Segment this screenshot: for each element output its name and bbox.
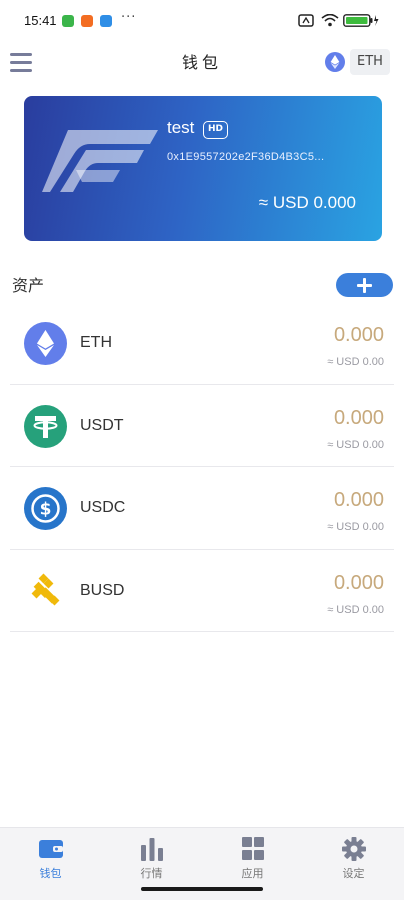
- wallet-balance: ≈ USD 0.000: [258, 193, 356, 212]
- asset-row-busd[interactable]: BUSD 0.000 ≈ USD 0.00: [10, 550, 394, 632]
- asset-usd-value: ≈ USD 0.00: [327, 438, 384, 451]
- nav-item-settings[interactable]: 设定: [303, 828, 404, 900]
- status-bar: 15:41 ···: [0, 0, 404, 40]
- hd-badge: HD: [203, 121, 229, 139]
- asset-usd-value: ≈ USD 0.00: [327, 603, 384, 616]
- ethereum-icon: [325, 52, 345, 72]
- nfc-icon: [298, 14, 314, 27]
- asset-row-eth[interactable]: ETH 0.000 ≈ USD 0.00: [10, 302, 394, 385]
- apps-grid-icon: [241, 837, 264, 860]
- battery-charging-icon: [343, 14, 379, 27]
- wallet-icon: [38, 840, 63, 858]
- asset-symbol: BUSD: [80, 581, 125, 599]
- network-selector[interactable]: ETH: [325, 49, 390, 75]
- asset-amount: 0.000: [333, 571, 384, 594]
- mi-notification-icon: [81, 15, 93, 27]
- wifi-icon: [321, 14, 339, 27]
- add-asset-button[interactable]: [336, 273, 393, 297]
- wallet-address[interactable]: 0x1E9557202e2F36D4B3C5...: [167, 151, 324, 163]
- settings-gear-icon: [341, 837, 366, 861]
- nav-item-wallet[interactable]: 钱包: [0, 828, 101, 900]
- wallet-name: test: [167, 118, 195, 137]
- usdc-icon: $: [24, 487, 67, 530]
- usdt-icon: [24, 404, 67, 448]
- nav-label: 行情: [140, 867, 163, 880]
- asset-symbol: ETH: [80, 334, 112, 351]
- asset-list: ETH 0.000 ≈ USD 0.00 USDT 0.000 ≈ USD 0.…: [10, 302, 394, 632]
- asset-row-usdt[interactable]: USDT 0.000 ≈ USD 0.00: [10, 385, 394, 467]
- busd-icon: [24, 570, 67, 613]
- asset-symbol: USDC: [80, 499, 126, 516]
- home-indicator[interactable]: [141, 887, 263, 891]
- asset-row-usdc[interactable]: $ USDC 0.000 ≈ USD 0.00: [10, 467, 394, 550]
- assets-title: 资产: [12, 276, 45, 295]
- asset-amount: 0.000: [333, 324, 384, 346]
- asset-usd-value: ≈ USD 0.00: [327, 356, 384, 368]
- wallet-card[interactable]: test HD 0x1E9557202e2F36D4B3C5... ≈ USD …: [24, 96, 382, 241]
- eth-icon: [24, 322, 67, 365]
- market-chart-icon: [140, 838, 163, 861]
- gallery-notification-icon: [100, 15, 112, 27]
- network-label: ETH: [350, 49, 390, 75]
- wechat-notification-icon: [62, 15, 74, 27]
- asset-amount: 0.000: [333, 406, 384, 429]
- wallet-brand-logo: [42, 130, 158, 192]
- nav-label: 设定: [342, 867, 365, 880]
- nav-label: 钱包: [39, 867, 62, 880]
- asset-amount: 0.000: [333, 489, 384, 511]
- asset-usd-value: ≈ USD 0.00: [327, 521, 384, 533]
- status-time: 15:41: [24, 13, 57, 28]
- nav-label: 应用: [241, 867, 264, 880]
- asset-symbol: USDT: [80, 416, 124, 434]
- svg-text:$: $: [40, 500, 52, 520]
- more-notifications-icon: ···: [121, 10, 137, 25]
